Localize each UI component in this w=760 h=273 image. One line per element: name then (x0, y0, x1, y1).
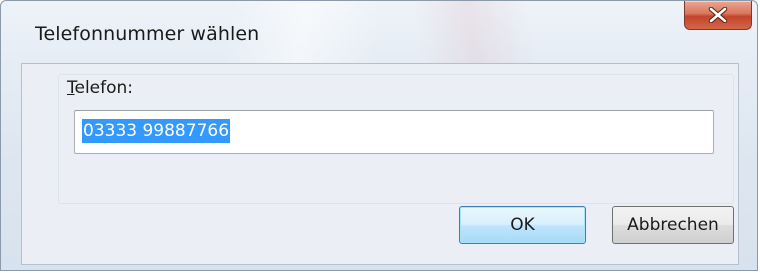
phone-input[interactable]: 03333 99887766 (74, 110, 714, 154)
title-bar[interactable]: Telefonnummer wählen (1, 1, 757, 63)
cancel-button[interactable]: Abbrechen (612, 206, 734, 244)
dialog-window: Telefonnummer wählen Telefon: 03333 9988… (0, 0, 758, 271)
close-button[interactable] (684, 1, 752, 30)
phone-input-value: 03333 99887766 (82, 119, 231, 143)
ok-button[interactable]: OK (459, 206, 586, 244)
window-title: Telefonnummer wählen (35, 23, 260, 45)
dialog-content: Telefon: 03333 99887766 OK Abbrechen (21, 63, 739, 265)
phone-label: Telefon: (67, 78, 133, 98)
close-icon (708, 7, 728, 23)
phone-label-accelerator: T (67, 78, 75, 98)
phone-label-text: elefon: (74, 78, 134, 98)
